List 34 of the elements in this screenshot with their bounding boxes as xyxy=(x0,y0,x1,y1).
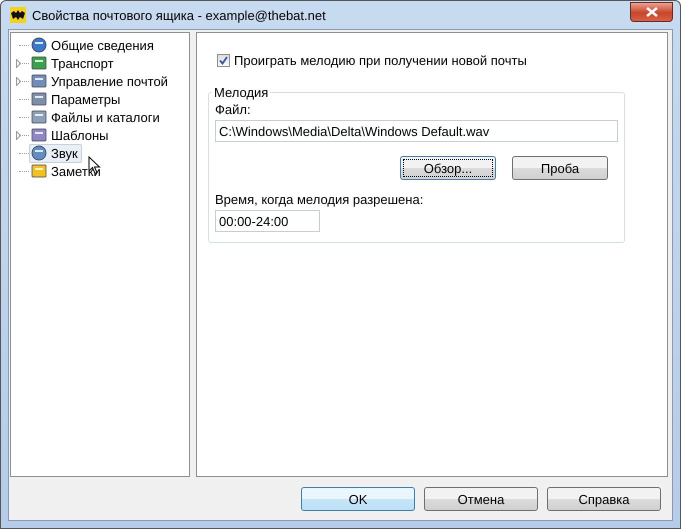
category-icon xyxy=(31,55,47,71)
category-icon xyxy=(31,163,47,179)
category-icon xyxy=(31,73,47,89)
window-title: Свойства почтового ящика - example@thebat.net xyxy=(32,8,326,22)
category-icon xyxy=(31,91,47,107)
checkbox-label[interactable]: Проиграть мелодию при получении новой почты xyxy=(234,53,527,68)
time-field[interactable]: 00:00-24:00 xyxy=(215,210,320,232)
dialog-button[interactable]: OK xyxy=(301,487,415,511)
expand-arrow-icon[interactable] xyxy=(16,130,20,140)
tree-item[interactable]: Звук xyxy=(29,144,82,162)
category-icon xyxy=(31,127,47,143)
file-field[interactable]: C:\Windows\Media\Delta\Windows Default.wav xyxy=(215,120,618,142)
file-label: Файл: xyxy=(215,102,252,117)
category-icon xyxy=(31,37,47,53)
tree-item[interactable]: Шаблоны xyxy=(29,126,112,144)
dialog-button[interactable]: Справка xyxy=(547,487,661,511)
time-label: Время, когда мелодия разрешена: xyxy=(215,192,424,207)
tree-item[interactable]: Управление почтой xyxy=(29,72,172,90)
category-icon xyxy=(31,109,47,125)
expand-arrow-icon[interactable] xyxy=(16,76,20,86)
tree-item[interactable]: Файлы и каталоги xyxy=(29,108,164,126)
tree-item[interactable]: Общие сведения xyxy=(29,36,158,54)
close-icon xyxy=(644,6,658,16)
tree-item[interactable]: Параметры xyxy=(29,90,124,108)
tree-item[interactable]: Транспорт xyxy=(29,54,118,72)
bat-icon xyxy=(10,7,26,23)
test-button[interactable]: Проба xyxy=(512,156,608,180)
group-title: Мелодия xyxy=(213,85,270,100)
expand-arrow-icon[interactable] xyxy=(16,58,20,68)
browse-button[interactable]: Обзор... xyxy=(400,156,496,180)
play-checkbox[interactable] xyxy=(217,54,230,67)
dialog-button[interactable]: Отмена xyxy=(424,487,538,511)
close-button[interactable] xyxy=(630,2,673,22)
category-icon xyxy=(31,145,47,161)
